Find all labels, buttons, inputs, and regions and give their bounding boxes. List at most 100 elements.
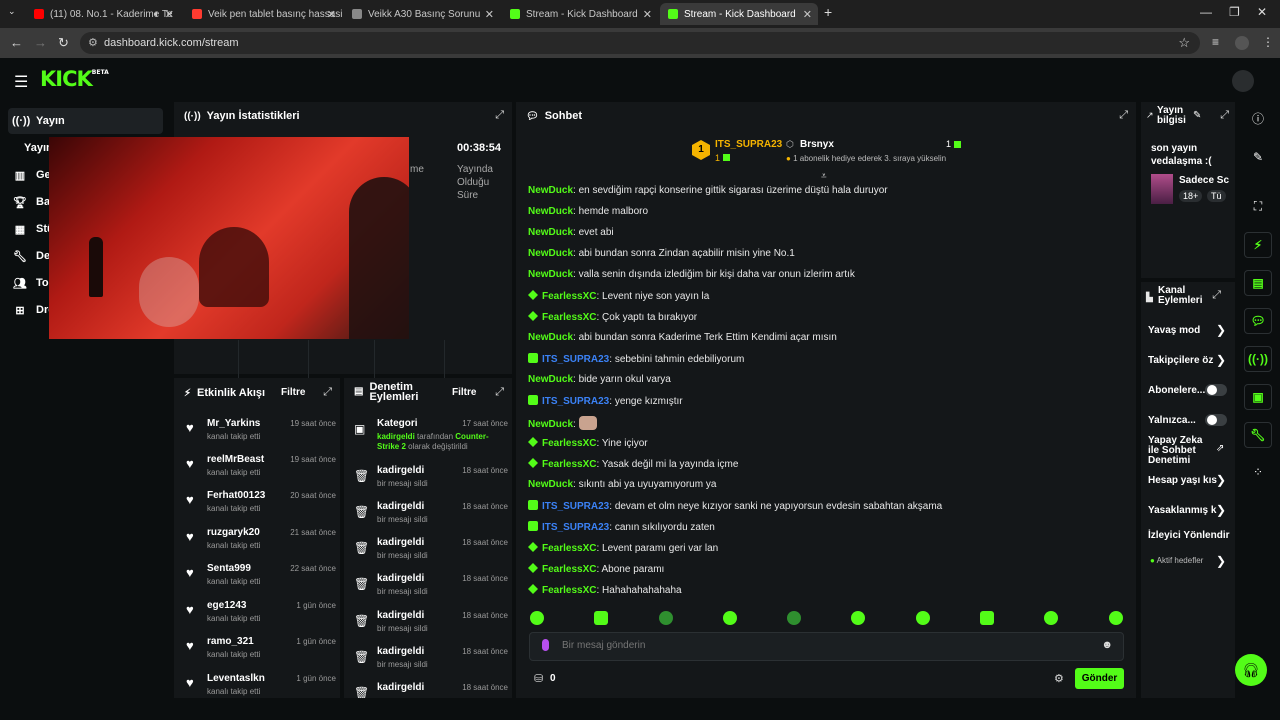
emote-icon[interactable] (916, 611, 930, 625)
emoji-icon[interactable]: ☻ (1101, 639, 1113, 651)
emote-icon[interactable] (1044, 611, 1058, 625)
close-icon[interactable]: ✕ (327, 8, 336, 21)
chat-username[interactable]: NewDuck (528, 185, 573, 196)
expand-icon[interactable]: ⤢ (1119, 109, 1128, 122)
emote-icon[interactable] (530, 611, 544, 625)
broadcast-icon[interactable]: ((·)) (1244, 346, 1272, 372)
edit-pencil-icon[interactable]: ✎ (1244, 145, 1272, 171)
moderator-name[interactable]: kadirgeldi (377, 465, 424, 476)
sidebar-item-yayin[interactable]: ((·)) Yayın (8, 108, 163, 134)
minimize-icon[interactable]: — (1200, 5, 1212, 19)
browser-tab-3[interactable]: Veikk A30 Basınç Sorunu ✕ (344, 3, 500, 25)
chat-username[interactable]: FearlessXC (542, 459, 596, 470)
emotes-only-toggle[interactable] (1205, 414, 1227, 426)
speaker-icon[interactable]: 🔈︎ (154, 9, 160, 20)
activity-filter-button[interactable]: Filtre (281, 387, 305, 398)
emote-icon[interactable] (594, 611, 608, 625)
bookmark-star-icon[interactable]: ☆ (1178, 35, 1190, 51)
chat-username[interactable]: NewDuck (528, 206, 573, 217)
moderation-filter-button[interactable]: Filtre (452, 387, 476, 398)
follower-name[interactable]: ruzgaryk20 (207, 527, 260, 538)
moderator-name[interactable]: kadirgeldi (377, 537, 424, 548)
site-info-icon[interactable]: ⚙︎ (88, 36, 98, 49)
chat-username[interactable]: NewDuck (528, 269, 573, 280)
chat-username[interactable]: NewDuck (528, 374, 573, 385)
browser-tab-4[interactable]: Stream - Kick Dashboard ✕ (502, 3, 658, 25)
wrench-icon[interactable]: 🔧︎ (1244, 422, 1272, 448)
chevron-right-icon[interactable]: ❯ (1216, 473, 1226, 487)
emote-icon[interactable] (851, 611, 865, 625)
chat-message-input[interactable] (562, 640, 1082, 651)
chat-username[interactable]: ITS_SUPRA23 (542, 396, 609, 407)
microphone-icon[interactable] (542, 639, 549, 651)
follower-name[interactable]: Senta999 (207, 563, 251, 574)
close-icon[interactable]: ✕ (485, 8, 494, 21)
moderator-name[interactable]: kadirgeldi (377, 646, 424, 657)
moderator-name[interactable]: kadirgeldi (377, 610, 424, 621)
media-control-icon[interactable]: ≡ (1212, 35, 1219, 49)
expand-icon[interactable]: ⤢ (495, 109, 504, 122)
expand-icon[interactable]: ⤢ (495, 386, 504, 399)
chat-bubble-icon[interactable]: 💬︎ (1244, 308, 1272, 334)
chevron-right-icon[interactable]: ❯ (1216, 554, 1226, 568)
moderator-name[interactable]: kadirgeldi (377, 501, 424, 512)
stream-category[interactable]: Sadece Sc (1179, 175, 1229, 186)
chat-username[interactable]: ITS_SUPRA23 (542, 522, 609, 533)
slow-mode-setting[interactable]: Yavaş mod (1148, 325, 1200, 336)
chat-username[interactable]: NewDuck (528, 227, 573, 238)
url-field[interactable]: ⚙︎ dashboard.kick.com/stream ☆ (80, 32, 1200, 54)
expand-icon[interactable]: ⤢ (1220, 109, 1229, 122)
emote-icon[interactable] (1109, 611, 1123, 625)
follower-name[interactable]: ramo_321 (207, 636, 254, 647)
browser-tab-5-active[interactable]: Stream - Kick Dashboard ✕ (660, 3, 818, 25)
follower-name[interactable]: Leventaslkn (207, 673, 265, 684)
subscribers-only-toggle[interactable] (1205, 384, 1227, 396)
chat-username[interactable]: FearlessXC (542, 585, 596, 596)
chat-username[interactable]: NewDuck (528, 248, 573, 259)
browser-tab-2[interactable]: Veik pen tablet basınç hassasiye ✕ (184, 3, 342, 25)
storage-icon[interactable]: ▣ (1244, 384, 1272, 410)
followers-only-setting[interactable]: Takipçilere öz (1148, 355, 1213, 366)
follower-name[interactable]: Mr_Yarkins (207, 418, 260, 429)
close-icon[interactable]: ✕ (643, 8, 652, 21)
chat-username[interactable]: FearlessXC (542, 564, 596, 575)
focus-icon[interactable]: ⛶ (1244, 194, 1272, 220)
close-icon[interactable]: ✕ (803, 8, 812, 21)
emote-icon[interactable] (980, 611, 994, 625)
banned-words-setting[interactable]: Yasaklanmış k (1148, 505, 1216, 516)
tab-search-icon[interactable]: ⌄ (8, 6, 16, 17)
back-icon[interactable]: ← (10, 35, 23, 50)
follower-name[interactable]: Ferhat00123 (207, 490, 265, 501)
moderator-name[interactable]: kadirgeldi (377, 432, 415, 441)
active-targets[interactable]: ● Aktif hedefler (1150, 556, 1203, 565)
moderator-name[interactable]: kadirgeldi (377, 573, 424, 584)
maximize-icon[interactable]: ❐ (1229, 5, 1240, 19)
chevron-down-icon[interactable]: ⩡ (821, 171, 827, 182)
info-icon[interactable]: ⓘ (1244, 107, 1272, 133)
reload-icon[interactable]: ↻ (58, 35, 69, 51)
chat-username[interactable]: FearlessXC (542, 438, 596, 449)
window-close-icon[interactable]: ✕ (1257, 5, 1267, 19)
hamburger-menu-icon[interactable]: ☰ (14, 72, 28, 92)
close-icon[interactable]: ✕ (165, 8, 174, 21)
gifter-name[interactable]: Brsnyx (800, 139, 834, 150)
new-tab-icon[interactable]: + (824, 4, 832, 20)
follower-name[interactable]: reelMrBeast (207, 454, 264, 465)
emote-icon[interactable] (723, 611, 737, 625)
chevron-right-icon[interactable]: ❯ (1216, 323, 1226, 337)
send-button[interactable]: Gönder (1075, 668, 1124, 689)
edit-pencil-icon[interactable]: ✎ (1193, 110, 1201, 121)
expand-icon[interactable]: ⤢ (1212, 289, 1221, 302)
expand-icon[interactable]: ⤢ (323, 386, 332, 399)
support-chat-icon[interactable]: 🎧︎ (1235, 654, 1267, 686)
raid-setting[interactable]: İzleyici Yönlendir (1148, 530, 1230, 541)
chat-username[interactable]: FearlessXC (542, 543, 596, 554)
chat-username[interactable]: FearlessXC (542, 312, 596, 323)
profile-avatar[interactable] (1235, 36, 1249, 50)
follower-name[interactable]: ege1243 (207, 600, 246, 611)
top-gifter-name[interactable]: ITS_SUPRA23 (715, 139, 782, 150)
browser-tab-1[interactable]: (11) 08. No.1 - Kaderime Te 🔈︎ ✕ (26, 3, 180, 25)
chat-username[interactable]: ITS_SUPRA23 (542, 354, 609, 365)
points-icon[interactable]: ⛁ (534, 672, 543, 685)
forward-icon[interactable]: → (34, 35, 47, 50)
